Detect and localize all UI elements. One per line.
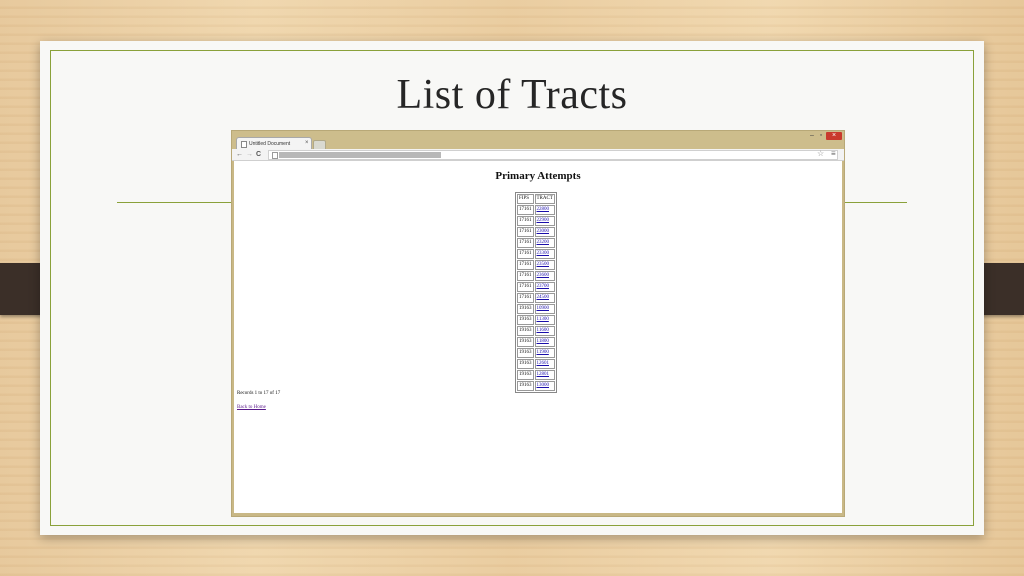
table-row: 19163 11800 [517,337,555,347]
back-to-home-link[interactable]: Back to Home [237,405,266,410]
table-row: 19163 13000 [517,381,555,391]
tab-title: Untitled Document [249,141,291,147]
fips-cell: 17161 [517,282,534,292]
tract-cell: 23700 [534,282,555,292]
tract-cell: 10900 [534,304,555,314]
tract-link[interactable]: 11600 [537,328,549,333]
page-heading: Primary Attempts [495,170,581,182]
table-row: 17161 24500 [517,293,555,303]
tract-link[interactable]: 23200 [537,240,550,245]
tract-cell: 11800 [534,337,555,347]
page-viewport: Primary Attempts FIPS TRACT 17161 22800 17… [234,161,842,513]
maximize-button[interactable]: ▫ [817,132,825,140]
tract-link[interactable]: 23500 [537,262,550,267]
tract-cell: 24500 [534,293,555,303]
forward-arrow-icon[interactable]: → [246,150,253,159]
close-window-button[interactable]: × [826,132,842,140]
tract-cell: 12801 [534,370,555,380]
tract-cell: 12601 [534,359,555,369]
fips-cell: 17161 [517,260,534,270]
slide: List of Tracts Untitled Document × – ▫ ×… [40,41,984,535]
back-arrow-icon[interactable]: ← [236,150,243,159]
fips-cell: 17161 [517,271,534,281]
table-row: 19163 12801 [517,370,555,380]
menu-icon[interactable]: ≡ [831,149,836,159]
table-row: 19163 11600 [517,326,555,336]
tract-link[interactable]: 23600 [537,273,550,278]
tract-cell: 23200 [534,238,555,248]
fips-cell: 19163 [517,381,534,391]
tract-link[interactable]: 23000 [537,229,550,234]
tracts-table-body: 17161 22800 17161 22900 17161 23000 17161 23200… [517,205,555,391]
tract-link[interactable]: 12801 [537,372,550,377]
tract-link[interactable]: 22800 [537,207,550,212]
records-count: Records 1 to 17 of 17 [237,391,281,396]
table-row: 17161 23000 [517,227,555,237]
tract-cell: 23600 [534,271,555,281]
browser-tab-strip: Untitled Document × – ▫ × [232,131,844,150]
tract-cell: 11900 [534,348,555,358]
tract-link[interactable]: 11800 [537,339,549,344]
tract-link[interactable]: 22900 [537,218,550,223]
fips-cell: 19163 [517,348,534,358]
table-row: 17161 22900 [517,216,555,226]
browser-window-screenshot: Untitled Document × – ▫ × ← → C ☆ ≡ Prim… [231,130,845,517]
tract-cell: 23000 [534,227,555,237]
tract-cell: 11300 [534,315,555,325]
fips-cell: 19163 [517,304,534,314]
table-row: 17161 23600 [517,271,555,281]
fips-cell: 19163 [517,359,534,369]
fips-cell: 19163 [517,315,534,325]
fips-cell: 17161 [517,238,534,248]
table-row: 17161 23700 [517,282,555,292]
table-row: 17161 23300 [517,249,555,259]
tract-cell: 13000 [534,381,555,391]
tracts-table: FIPS TRACT 17161 22800 17161 22900 17161 2300… [515,192,557,393]
fips-cell: 19163 [517,370,534,380]
column-header-tract: TRACT [534,194,555,204]
tract-link[interactable]: 23300 [537,251,550,256]
minimize-button[interactable]: – [808,132,816,140]
redacted-url [279,152,441,158]
fips-cell: 17161 [517,293,534,303]
bookmark-star-icon[interactable]: ☆ [817,149,824,159]
tract-cell: 11600 [534,326,555,336]
page-icon [272,152,278,159]
fips-cell: 19163 [517,326,534,336]
table-row: 17161 23500 [517,260,555,270]
table-row: 19163 12601 [517,359,555,369]
address-bar[interactable] [268,150,838,160]
tract-cell: 23500 [534,260,555,270]
document-icon [241,141,247,148]
fips-cell: 17161 [517,227,534,237]
title-rule-left [117,202,232,203]
slide-title: List of Tracts [396,72,628,118]
tract-link[interactable]: 11300 [537,317,549,322]
table-row: 19163 11300 [517,315,555,325]
browser-toolbar: ← → C ☆ ≡ [232,149,844,161]
tract-link[interactable]: 11900 [537,350,549,355]
tract-cell: 22800 [534,205,555,215]
tract-link[interactable]: 24500 [537,295,550,300]
title-rule-right [843,202,907,203]
fips-cell: 17161 [517,216,534,226]
table-row: 19163 11900 [517,348,555,358]
tab-close-icon[interactable]: × [305,140,309,146]
tract-link[interactable]: 23700 [537,284,550,289]
tract-cell: 23300 [534,249,555,259]
reload-icon[interactable]: C [256,150,261,159]
table-row: 17161 22800 [517,205,555,215]
tract-cell: 22900 [534,216,555,226]
fips-cell: 17161 [517,205,534,215]
fips-cell: 17161 [517,249,534,259]
table-row: 19163 10900 [517,304,555,314]
tract-link[interactable]: 10900 [537,306,550,311]
new-tab-button[interactable] [313,140,326,149]
column-header-fips: FIPS [517,194,534,204]
fips-cell: 19163 [517,337,534,347]
tract-link[interactable]: 13000 [537,383,550,388]
table-row: 17161 23200 [517,238,555,248]
tract-link[interactable]: 12601 [537,361,550,366]
